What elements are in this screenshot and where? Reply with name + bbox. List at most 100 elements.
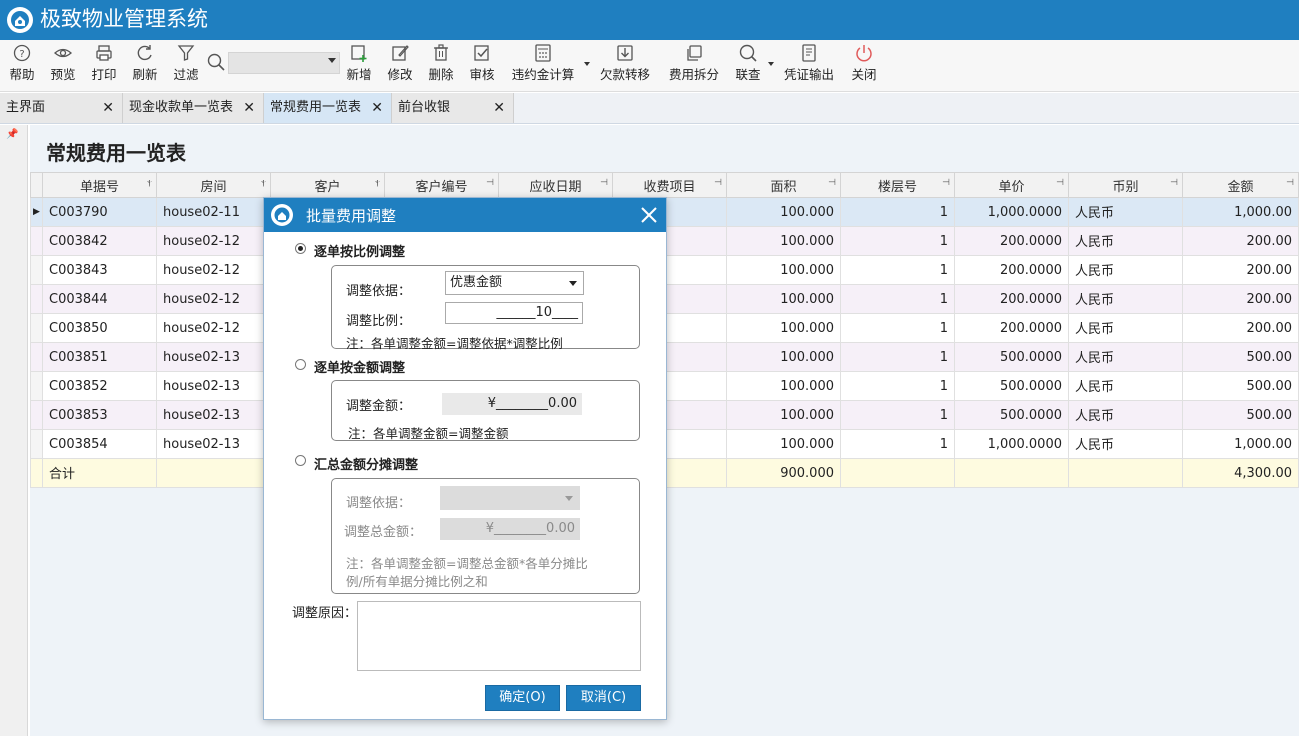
table-cell[interactable]: 500.0000 xyxy=(954,371,1069,401)
pin-icon[interactable]: ⊣ xyxy=(942,178,950,188)
table-cell[interactable]: 1 xyxy=(840,429,955,459)
table-cell[interactable]: C003843 xyxy=(42,255,157,285)
table-cell[interactable]: 1 xyxy=(840,284,955,314)
row-indicator[interactable] xyxy=(30,371,43,401)
close-icon[interactable]: ✕ xyxy=(493,93,505,123)
table-cell[interactable]: C003790 xyxy=(42,197,157,227)
table-cell[interactable]: C003842 xyxy=(42,226,157,256)
table-cell[interactable]: 100.000 xyxy=(726,313,841,343)
table-cell[interactable]: house02-13 xyxy=(156,400,271,430)
total-split-radio[interactable] xyxy=(295,455,306,466)
add-button[interactable]: 新增 xyxy=(344,43,374,83)
basis-select[interactable]: 优惠金额 xyxy=(445,271,584,295)
table-cell[interactable]: 100.000 xyxy=(726,371,841,401)
delete-button[interactable]: 删除 xyxy=(426,43,456,83)
preview-button[interactable]: 预览 xyxy=(48,43,78,83)
current-row-marker[interactable]: ▶ xyxy=(30,197,43,227)
table-cell[interactable]: 1,000.00 xyxy=(1182,197,1299,227)
row-indicator[interactable] xyxy=(30,313,43,343)
table-cell[interactable]: 人民币 xyxy=(1068,400,1183,430)
chevron-down-icon[interactable] xyxy=(328,58,336,63)
col-header[interactable]: 应收日期 ⊣ xyxy=(498,172,613,198)
table-cell[interactable]: 200.0000 xyxy=(954,313,1069,343)
tab-main[interactable]: 主界面 ✕ xyxy=(0,93,123,123)
table-cell[interactable]: 人民币 xyxy=(1068,313,1183,343)
table-cell[interactable]: 100.000 xyxy=(726,429,841,459)
pin-icon[interactable]: ⊣ xyxy=(714,178,722,188)
split-basis-select[interactable] xyxy=(440,486,580,510)
table-cell[interactable]: C003844 xyxy=(42,284,157,314)
close-icon[interactable]: ✕ xyxy=(102,93,114,123)
pin-icon[interactable]: ⲯ xyxy=(147,178,152,188)
pin-icon[interactable]: 📌 xyxy=(6,129,18,140)
penalty-calc-button[interactable]: 违约金计算 xyxy=(508,43,578,83)
table-cell[interactable]: 200.0000 xyxy=(954,284,1069,314)
chevron-down-icon[interactable] xyxy=(569,281,577,286)
row-indicator[interactable] xyxy=(30,429,43,459)
table-cell[interactable]: 200.00 xyxy=(1182,313,1299,343)
cancel-button[interactable]: 取消(C) xyxy=(566,685,641,711)
table-cell[interactable]: 100.000 xyxy=(726,226,841,256)
amount-input[interactable]: ¥________0.00 xyxy=(442,393,582,415)
col-header[interactable]: 客户编号 ⊣ xyxy=(384,172,499,198)
table-cell[interactable]: 1,000.0000 xyxy=(954,197,1069,227)
table-cell[interactable]: 100.000 xyxy=(726,284,841,314)
audit-button[interactable]: 审核 xyxy=(467,43,497,83)
table-cell[interactable]: 200.00 xyxy=(1182,284,1299,314)
table-cell[interactable]: house02-13 xyxy=(156,429,271,459)
col-header[interactable]: 单价 ⊣ xyxy=(954,172,1069,198)
print-button[interactable]: 打印 xyxy=(89,43,119,83)
col-header[interactable]: 客户 ⲯ xyxy=(270,172,385,198)
table-cell[interactable]: 人民币 xyxy=(1068,371,1183,401)
ok-button[interactable]: 确定(O) xyxy=(485,685,560,711)
table-cell[interactable]: 1 xyxy=(840,197,955,227)
table-cell[interactable]: 1,000.0000 xyxy=(954,429,1069,459)
table-cell[interactable]: 1 xyxy=(840,226,955,256)
table-cell[interactable]: 1 xyxy=(840,255,955,285)
table-cell[interactable]: 200.00 xyxy=(1182,255,1299,285)
table-cell[interactable]: 500.00 xyxy=(1182,400,1299,430)
table-cell[interactable]: 1 xyxy=(840,313,955,343)
table-cell[interactable]: C003853 xyxy=(42,400,157,430)
pin-icon[interactable]: ⊣ xyxy=(486,178,494,188)
col-header[interactable]: 单据号 ⲯ xyxy=(42,172,157,198)
pin-icon[interactable]: ⲯ xyxy=(375,178,380,188)
table-cell[interactable]: 1,000.00 xyxy=(1182,429,1299,459)
table-cell[interactable]: 人民币 xyxy=(1068,429,1183,459)
row-indicator[interactable] xyxy=(30,400,43,430)
row-indicator[interactable] xyxy=(30,342,43,372)
table-cell[interactable]: C003851 xyxy=(42,342,157,372)
tab-cash-receipts[interactable]: 现金收款单一览表 ✕ xyxy=(123,93,264,123)
row-indicator[interactable] xyxy=(30,255,43,285)
col-header[interactable]: 币别 ⊣ xyxy=(1068,172,1183,198)
close-button[interactable]: 关闭 xyxy=(849,43,879,83)
close-icon[interactable]: ✕ xyxy=(371,93,383,123)
quick-search-combo[interactable] xyxy=(206,50,340,74)
table-cell[interactable]: house02-12 xyxy=(156,226,271,256)
chevron-down-icon[interactable] xyxy=(584,62,590,66)
table-cell[interactable]: 人民币 xyxy=(1068,255,1183,285)
table-cell[interactable]: 200.0000 xyxy=(954,255,1069,285)
col-header[interactable]: 金额 ⊣ xyxy=(1182,172,1299,198)
table-cell[interactable]: 1 xyxy=(840,371,955,401)
table-cell[interactable]: 500.00 xyxy=(1182,342,1299,372)
total-amount-input[interactable]: ¥________0.00 xyxy=(440,518,580,540)
table-cell[interactable]: 100.000 xyxy=(726,197,841,227)
chevron-down-icon[interactable] xyxy=(768,62,774,66)
pin-icon[interactable]: ⊣ xyxy=(1286,178,1294,188)
table-cell[interactable]: C003850 xyxy=(42,313,157,343)
close-icon[interactable] xyxy=(638,204,660,226)
col-header[interactable]: 面积 ⊣ xyxy=(726,172,841,198)
table-cell[interactable]: 100.000 xyxy=(726,342,841,372)
quick-search-input[interactable] xyxy=(228,52,340,74)
table-cell[interactable]: house02-12 xyxy=(156,313,271,343)
pin-icon[interactable]: ⊣ xyxy=(1170,178,1178,188)
edit-button[interactable]: 修改 xyxy=(385,43,415,83)
filter-button[interactable]: 过滤 xyxy=(171,43,201,83)
table-cell[interactable]: 100.000 xyxy=(726,255,841,285)
table-cell[interactable]: house02-13 xyxy=(156,342,271,372)
amount-adjust-radio[interactable] xyxy=(295,359,306,370)
row-indicator[interactable] xyxy=(30,226,43,256)
table-cell[interactable]: 人民币 xyxy=(1068,226,1183,256)
table-cell[interactable]: house02-13 xyxy=(156,371,271,401)
